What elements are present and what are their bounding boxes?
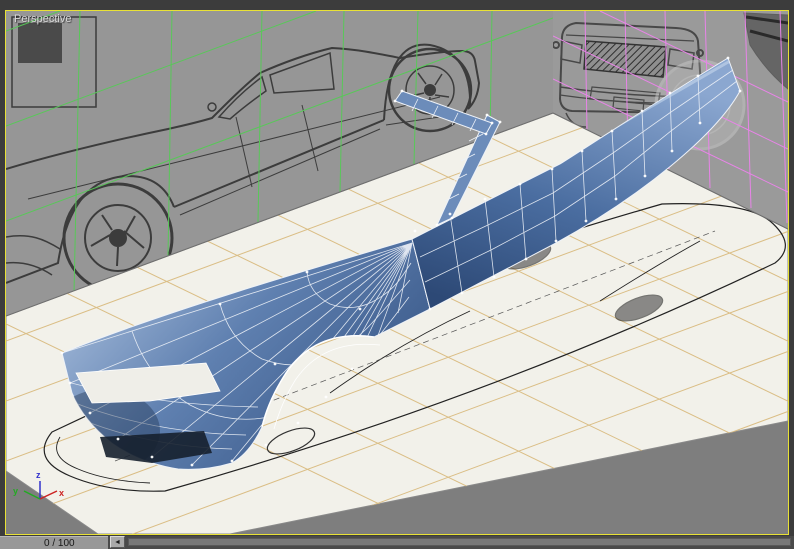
application-frame: Perspective z x y 0 / 100 ◄ [0, 0, 794, 549]
timeline-bar: 0 / 100 ◄ [0, 536, 794, 549]
axis-z-label: z [36, 470, 41, 480]
trackbar-scrollbar-track[interactable] [128, 538, 791, 546]
perspective-viewport[interactable]: Perspective z x y [5, 10, 789, 535]
time-slider-frame-display[interactable]: 0 / 100 [0, 536, 108, 549]
trackbar-scroll-left-button[interactable]: ◄ [110, 536, 125, 548]
axis-y-label: y [13, 486, 18, 496]
axis-x-label: x [59, 488, 64, 498]
left-arrow-icon: ◄ [114, 539, 121, 546]
viewport-label[interactable]: Perspective [14, 13, 71, 25]
viewport-3d-canvas[interactable]: z x y [6, 11, 788, 534]
